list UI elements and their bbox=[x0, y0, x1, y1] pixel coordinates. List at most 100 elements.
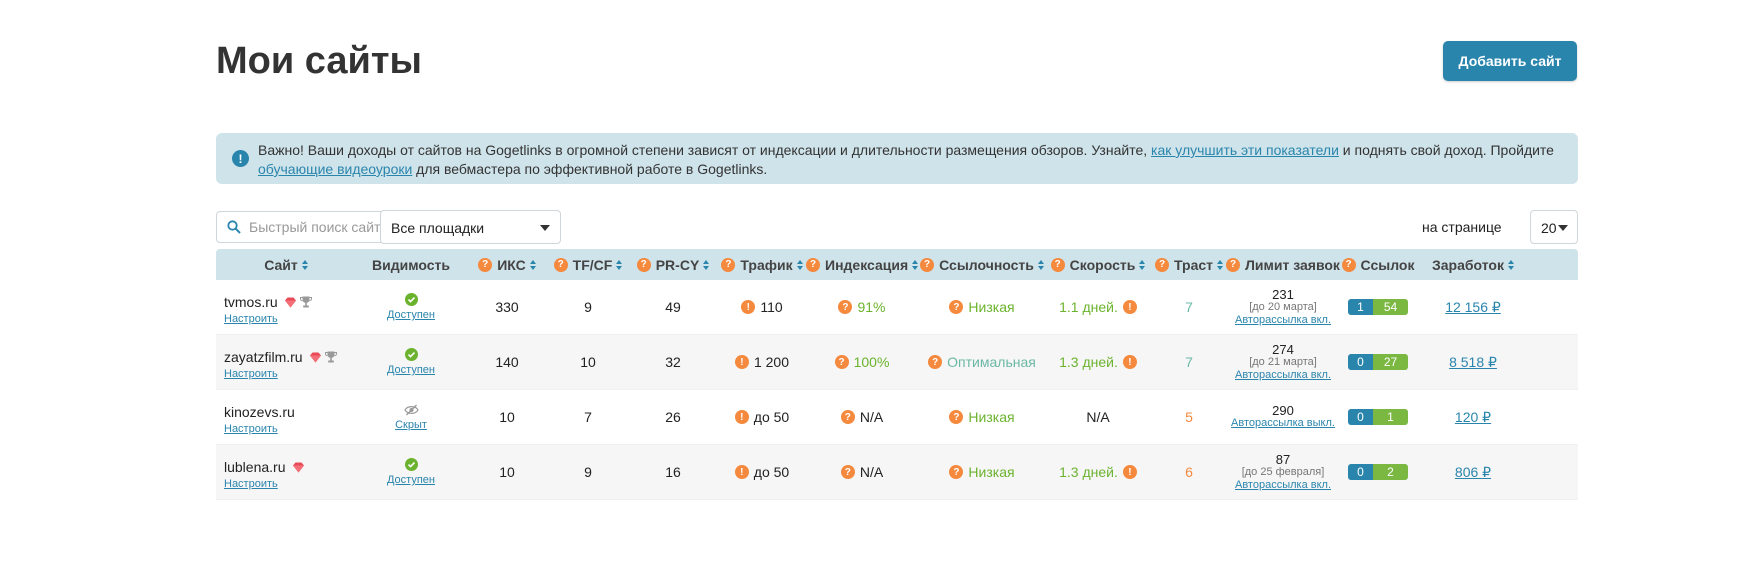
tfcf-value: 9 bbox=[584, 464, 592, 480]
add-site-button[interactable]: Добавить сайт bbox=[1443, 41, 1577, 81]
warning-icon[interactable]: ! bbox=[734, 465, 749, 479]
help-icon[interactable]: ? bbox=[949, 410, 964, 424]
warning-icon[interactable]: ! bbox=[1122, 465, 1137, 479]
trust-value: 7 bbox=[1185, 354, 1193, 370]
improve-metrics-link[interactable]: как улучшить эти показатели bbox=[1151, 142, 1339, 158]
per-page-label: на странице bbox=[1422, 219, 1502, 235]
col-tfcf[interactable]: ? TF/CF bbox=[548, 249, 628, 280]
auto-mailing-link[interactable]: Авторассылка вкл. bbox=[1235, 479, 1331, 492]
limit-value: 290 bbox=[1272, 403, 1294, 418]
trust-value: 6 bbox=[1185, 464, 1193, 480]
configure-link[interactable]: Настроить bbox=[224, 423, 295, 435]
earnings-link[interactable]: 120 ₽ bbox=[1455, 409, 1491, 426]
sort-icon bbox=[1037, 259, 1044, 270]
help-icon[interactable]: ? bbox=[721, 257, 736, 272]
per-page-select[interactable]: 20 bbox=[1530, 210, 1578, 244]
col-prcy[interactable]: ? PR-CY bbox=[628, 249, 718, 280]
platform-select-value: Все площадки bbox=[391, 220, 485, 236]
earnings-cell: 8 518 ₽ bbox=[1418, 335, 1528, 389]
tfcf-value: 7 bbox=[584, 409, 592, 425]
col-earnings[interactable]: Заработок bbox=[1418, 249, 1528, 280]
platform-select[interactable]: Все площадки bbox=[380, 210, 561, 244]
links-badge[interactable]: 1 54 bbox=[1348, 299, 1408, 315]
traffic-cell: ! 1 200 bbox=[718, 335, 806, 389]
iks-value: 10 bbox=[499, 464, 515, 480]
sort-icon bbox=[301, 259, 308, 270]
indexing-cell: ? N/A bbox=[806, 445, 918, 499]
help-icon[interactable]: ? bbox=[553, 257, 568, 272]
sites-table: Сайт Видимость ? ИКС ? TF/CF ? PR-CY ? Трафи… bbox=[216, 249, 1578, 500]
trust-value: 5 bbox=[1185, 409, 1193, 425]
help-icon[interactable]: ? bbox=[1341, 257, 1356, 272]
visibility-status[interactable]: Скрыт bbox=[395, 419, 427, 431]
col-links: ? Ссылок bbox=[1338, 249, 1418, 280]
help-icon[interactable]: ? bbox=[478, 257, 493, 272]
configure-link[interactable]: Настроить bbox=[224, 478, 305, 490]
help-icon[interactable]: ? bbox=[806, 257, 820, 272]
help-icon[interactable]: ? bbox=[928, 355, 943, 369]
help-icon[interactable]: ? bbox=[834, 355, 849, 369]
links-placed: 2 bbox=[1373, 464, 1408, 480]
table-header: Сайт Видимость ? ИКС ? TF/CF ? PR-CY ? Трафи… bbox=[216, 249, 1578, 280]
table-row: zayatzfilm.ru Настроить Доступен 140 10 … bbox=[216, 335, 1578, 390]
speed-value: 1.3 дней. bbox=[1059, 464, 1118, 480]
links-badge[interactable]: 01 bbox=[1348, 409, 1408, 425]
col-site[interactable]: Сайт bbox=[216, 249, 356, 280]
site-name: kinozevs.ru bbox=[224, 404, 295, 420]
visibility-status[interactable]: Доступен bbox=[387, 309, 435, 321]
help-icon[interactable]: ? bbox=[1226, 257, 1241, 272]
help-icon[interactable]: ? bbox=[949, 300, 964, 314]
notice-text: Важно! Ваши доходы от сайтов на Gogetlin… bbox=[258, 141, 1558, 179]
help-icon[interactable]: ? bbox=[840, 410, 855, 424]
help-icon[interactable]: ? bbox=[1050, 257, 1065, 272]
indexing-value: N/A bbox=[859, 464, 884, 480]
links-badge[interactable]: 02 bbox=[1348, 464, 1408, 480]
visibility-status[interactable]: Доступен bbox=[387, 364, 435, 376]
search-input[interactable] bbox=[249, 212, 394, 242]
col-iks[interactable]: ? ИКС bbox=[466, 249, 548, 280]
help-icon[interactable]: ? bbox=[636, 257, 651, 272]
auto-mailing-link[interactable]: Авторассылка вкл. bbox=[1235, 369, 1331, 382]
traffic-value: 110 bbox=[760, 299, 783, 315]
col-indexing[interactable]: ? Индексация bbox=[806, 249, 918, 280]
warning-icon[interactable]: ! bbox=[741, 300, 756, 314]
visibility-status[interactable]: Доступен bbox=[387, 474, 435, 486]
help-icon[interactable]: ? bbox=[949, 465, 964, 479]
col-trust-label: Траст bbox=[1174, 256, 1213, 273]
earnings-link[interactable]: 806 ₽ bbox=[1455, 464, 1491, 481]
help-icon[interactable]: ? bbox=[838, 300, 853, 314]
warning-icon[interactable]: ! bbox=[734, 410, 749, 424]
help-icon[interactable]: ? bbox=[1155, 257, 1169, 272]
col-linkiness[interactable]: ? Ссылочность bbox=[918, 249, 1046, 280]
configure-link[interactable]: Настроить bbox=[224, 368, 337, 380]
col-traffic[interactable]: ? Трафик bbox=[718, 249, 806, 280]
links-placed: 27 bbox=[1373, 354, 1408, 370]
video-lessons-link[interactable]: обучающие видеоуроки bbox=[258, 161, 412, 177]
indexing-value: 100% bbox=[853, 354, 890, 370]
table-row: lublena.ru Настроить Доступен 10 9 16 ! д… bbox=[216, 445, 1578, 500]
auto-mailing-link[interactable]: Авторассылка вкл. bbox=[1235, 314, 1331, 327]
help-icon[interactable]: ? bbox=[920, 257, 935, 272]
earnings-link[interactable]: 8 518 ₽ bbox=[1449, 354, 1497, 371]
links-cell: 02 bbox=[1338, 445, 1418, 499]
earnings-link[interactable]: 12 156 ₽ bbox=[1445, 299, 1501, 316]
info-notice: ! Важно! Ваши доходы от сайтов на Gogetl… bbox=[216, 133, 1578, 184]
tfcf-value: 10 bbox=[580, 354, 596, 370]
links-badge[interactable]: 0 27 bbox=[1348, 354, 1408, 370]
help-icon[interactable]: ? bbox=[840, 465, 855, 479]
chevron-down-icon bbox=[540, 225, 550, 231]
iks-value: 10 bbox=[499, 409, 515, 425]
sort-icon bbox=[1139, 259, 1146, 270]
traffic-cell: ! до 50 bbox=[718, 390, 806, 444]
warning-icon[interactable]: ! bbox=[1122, 355, 1137, 369]
col-prcy-label: PR-CY bbox=[655, 256, 700, 273]
warning-icon[interactable]: ! bbox=[1122, 300, 1137, 314]
col-trust[interactable]: ? Траст bbox=[1150, 249, 1228, 280]
indexing-cell: ? 100% bbox=[806, 335, 918, 389]
auto-mailing-link[interactable]: Авторассылка выкл. bbox=[1231, 417, 1335, 430]
configure-link[interactable]: Настроить bbox=[224, 313, 312, 325]
earnings-cell: 806 ₽ bbox=[1418, 445, 1528, 499]
col-speed[interactable]: ? Скорость bbox=[1046, 249, 1150, 280]
warning-icon[interactable]: ! bbox=[734, 355, 749, 369]
quick-search[interactable] bbox=[216, 211, 397, 243]
